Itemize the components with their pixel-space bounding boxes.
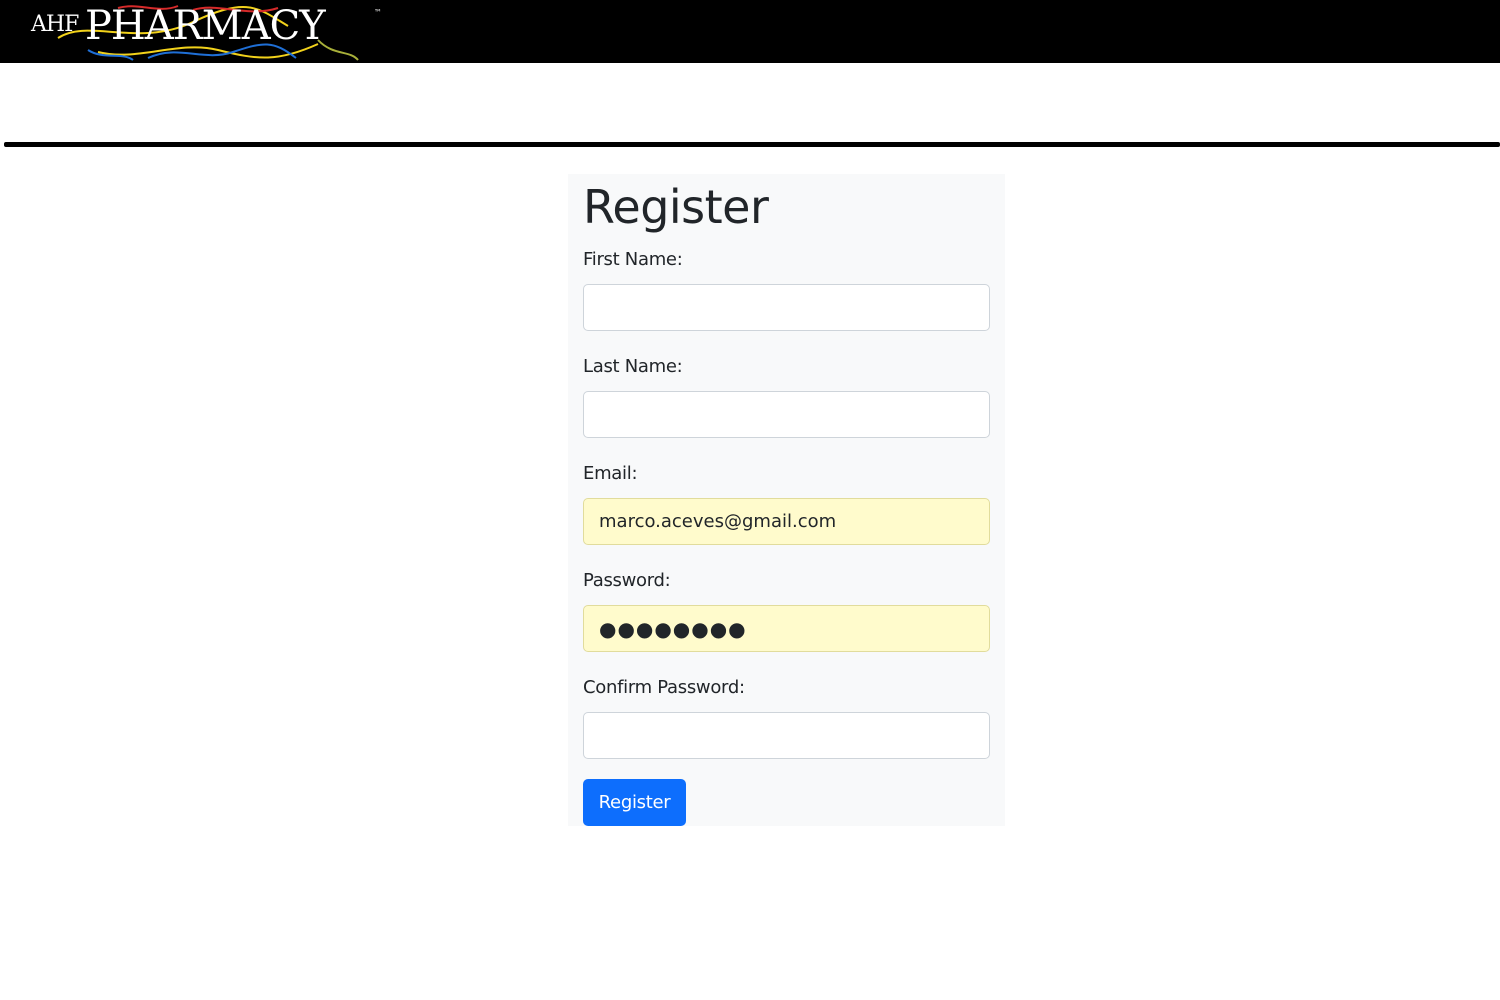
last-name-input[interactable] xyxy=(583,391,990,438)
first-name-input[interactable] xyxy=(583,284,990,331)
ahf-pharmacy-logo[interactable]: AHF PHARMACY ™ xyxy=(28,0,388,63)
trademark-symbol: ™ xyxy=(374,8,382,17)
logo-wordmark: PHARMACY xyxy=(85,3,326,49)
password-input[interactable] xyxy=(583,605,990,652)
site-header: AHF PHARMACY ™ xyxy=(0,0,1500,63)
email-input[interactable] xyxy=(583,498,990,545)
last-name-label: Last Name: xyxy=(583,356,683,377)
password-label: Password: xyxy=(583,570,671,591)
register-card: Register First Name: Last Name: Email: P… xyxy=(568,174,1005,826)
first-name-label: First Name: xyxy=(583,249,683,270)
confirm-password-label: Confirm Password: xyxy=(583,677,745,698)
header-divider xyxy=(4,142,1500,147)
confirm-password-input[interactable] xyxy=(583,712,990,759)
page-title: Register xyxy=(583,180,769,234)
email-label: Email: xyxy=(583,463,638,484)
logo-prefix: AHF xyxy=(31,12,79,37)
register-button[interactable]: Register xyxy=(583,779,686,826)
